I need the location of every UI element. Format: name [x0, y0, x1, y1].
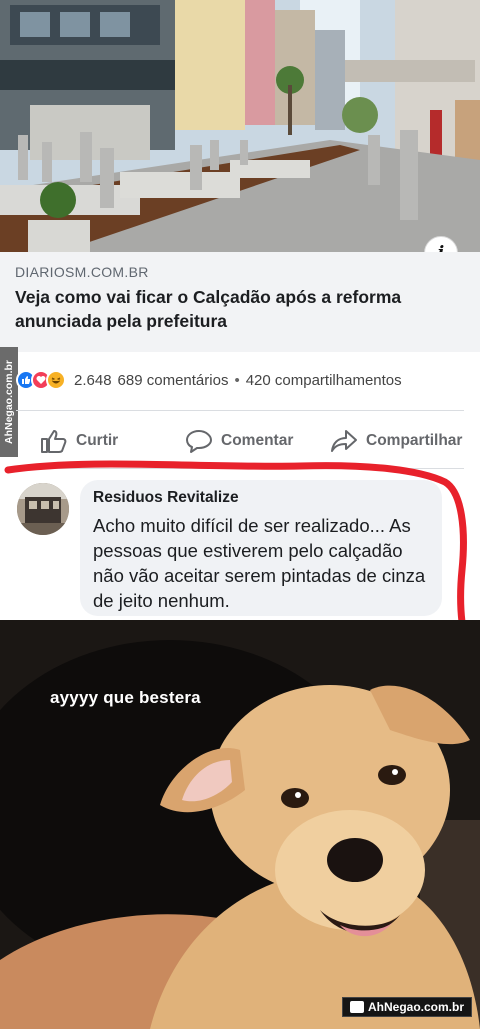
watermark-bottom: AhNegao.com.br: [341, 997, 472, 1017]
comment-bubble: Residuos Revitalize Acho muito difícil d…: [80, 480, 442, 616]
comment-button[interactable]: Comentar: [185, 426, 293, 456]
haha-icon: [46, 370, 66, 390]
avatar[interactable]: [17, 483, 69, 535]
dog-meme-image: ayyyy que bestera AhNegao.com.br: [0, 620, 480, 1029]
like-button[interactable]: Curtir: [40, 426, 118, 456]
watermark-bottom-text: AhNegao.com.br: [367, 1000, 464, 1014]
thumbs-up-icon: [41, 430, 67, 453]
divider: [16, 410, 464, 411]
reactions-row[interactable]: 2.648 689 comentários • 420 compartilham…: [16, 366, 476, 394]
ahnegao-logo-icon: [349, 1001, 364, 1013]
watermark-side-text: AhNegao.com.br: [3, 359, 16, 445]
like-label: Curtir: [76, 432, 119, 449]
share-label: Compartilhar: [366, 432, 463, 449]
comment-author[interactable]: Residuos Revitalize: [93, 489, 239, 507]
link-domain: DIARIOSM.COM.BR: [15, 264, 149, 280]
link-title[interactable]: Veja como vai ficar o Calçadão após a re…: [15, 285, 470, 333]
shares-count[interactable]: 420 compartilhamentos: [246, 372, 402, 389]
speech-bubble-icon: [186, 430, 212, 453]
comments-count[interactable]: 689 comentários: [118, 372, 229, 389]
reaction-count[interactable]: 2.648: [74, 372, 112, 389]
share-arrow-icon: [331, 430, 357, 452]
share-button[interactable]: Compartilhar: [330, 426, 462, 456]
comment-text: Acho muito difícil de ser realizado... A…: [93, 515, 426, 611]
separator: •: [234, 371, 240, 389]
link-preview-meta[interactable]: DIARIOSM.COM.BR Veja como vai ficar o Ca…: [0, 252, 480, 352]
facebook-post-card: i DIARIOSM.COM.BR Veja como vai ficar o …: [0, 0, 480, 626]
link-preview-image[interactable]: [0, 0, 480, 252]
divider: [16, 468, 464, 469]
meme-caption: ayyyy que bestera: [50, 688, 201, 707]
watermark-side: AhNegao.com.br: [0, 347, 18, 457]
comment-label: Comentar: [221, 432, 294, 449]
